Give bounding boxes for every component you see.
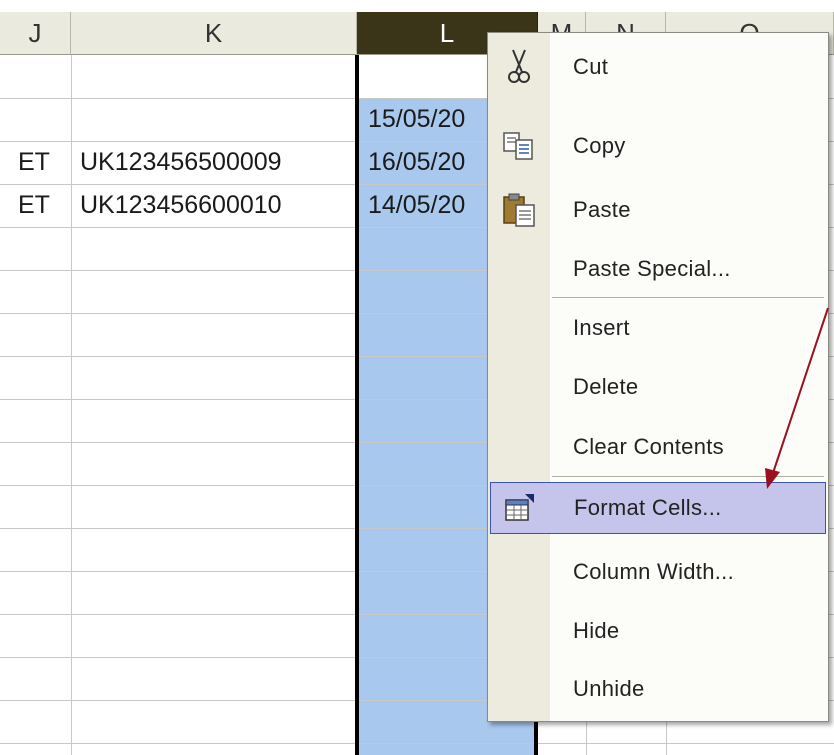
menu-item-cut[interactable]: Cut xyxy=(490,41,826,93)
menu-item-label: Copy xyxy=(573,133,626,158)
menu-item-label: Unhide xyxy=(573,676,645,701)
cell-k4[interactable]: UK123456600010 xyxy=(74,184,355,227)
menu-item-label: Insert xyxy=(573,315,630,340)
menu-item-hide[interactable]: Hide xyxy=(490,605,826,657)
menu-item-unhide[interactable]: Unhide xyxy=(490,663,826,715)
copy-icon xyxy=(496,123,542,169)
menu-item-label: Cut xyxy=(573,54,609,79)
menu-item-label: Format Cells... xyxy=(574,495,722,520)
cell-l3[interactable]: 16/05/20 xyxy=(362,141,487,184)
paste-icon xyxy=(496,187,542,233)
menu-item-label: Column Width... xyxy=(573,559,734,584)
menu-item-delete[interactable]: Delete xyxy=(490,361,826,413)
menu-item-label: Clear Contents xyxy=(573,434,724,459)
menu-item-clear-contents[interactable]: Clear Contents xyxy=(490,421,826,473)
menu-separator xyxy=(552,477,824,478)
menu-item-paste-special[interactable]: Paste Special... xyxy=(490,243,826,295)
menu-item-label: Paste xyxy=(573,197,631,222)
menu-item-label: Paste Special... xyxy=(573,256,731,281)
scissors-icon xyxy=(496,44,542,90)
menu-item-copy[interactable]: Copy xyxy=(490,120,826,172)
format-cells-icon xyxy=(497,485,543,531)
menu-item-label: Hide xyxy=(573,618,620,643)
column-header-j[interactable]: J xyxy=(0,12,71,55)
menu-item-label: Delete xyxy=(573,374,639,399)
cell-k3[interactable]: UK123456500009 xyxy=(74,141,355,184)
spreadsheet: J K L M N O 15/05/20 ET UK1234565 xyxy=(0,0,834,755)
gridline xyxy=(71,55,72,755)
gridline xyxy=(0,743,834,744)
cell-j4[interactable]: ET xyxy=(12,184,71,227)
cell-l4[interactable]: 14/05/20 xyxy=(362,184,487,227)
context-menu: Cut Copy Paste Paste Special... Insert D… xyxy=(487,32,829,722)
menu-item-insert[interactable]: Insert xyxy=(490,302,826,354)
cell-l2[interactable]: 15/05/20 xyxy=(362,98,487,141)
selection-border-left xyxy=(355,55,359,755)
menu-separator xyxy=(552,298,824,299)
cell-j3[interactable]: ET xyxy=(12,141,71,184)
menu-item-format-cells[interactable]: Format Cells... xyxy=(490,482,826,534)
column-header-k[interactable]: K xyxy=(71,12,357,55)
menu-item-paste[interactable]: Paste xyxy=(490,184,826,236)
menu-item-column-width[interactable]: Column Width... xyxy=(490,546,826,598)
